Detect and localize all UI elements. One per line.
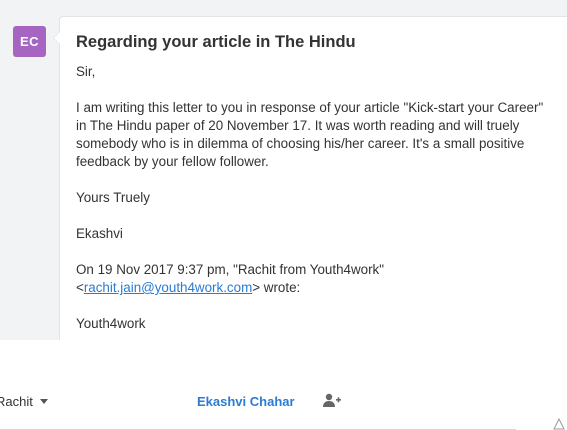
from-label: Rachit (0, 394, 33, 409)
quote-close: > wrote: (252, 280, 301, 295)
body-signature: Ekashvi (76, 226, 123, 241)
recipient-name[interactable]: Ekashvi Chahar (197, 394, 295, 409)
body-salutation: Sir, (76, 64, 96, 79)
quote-header: On 19 Nov 2017 9:37 pm, "Rachit from You… (76, 261, 556, 297)
quote-email-link[interactable]: rachit.jain@youth4work.com (84, 280, 252, 295)
quote-intro: On 19 Nov 2017 9:37 pm, "Rachit from You… (76, 262, 384, 277)
message-card: Regarding your article in The Hindu Sir,… (53, 16, 567, 340)
sender-avatar[interactable]: EC (13, 26, 46, 57)
quote-open: < (76, 280, 84, 295)
quoted-text: Youth4work (76, 316, 146, 331)
compose-header: Rachit Ekashvi Chahar (0, 378, 567, 430)
message-body: Sir, I am writing this letter to you in … (76, 63, 556, 351)
from-dropdown[interactable]: Rachit (0, 394, 48, 409)
body-closing: Yours Truely (76, 190, 150, 205)
chevron-down-icon (39, 399, 48, 404)
body-paragraph: I am writing this letter to you in respo… (76, 100, 544, 169)
avatar-initials: EC (19, 34, 40, 49)
message-thread: EC Regarding your article in The Hindu S… (0, 0, 567, 340)
add-person-icon[interactable] (322, 392, 342, 410)
resize-triangle-icon[interactable] (553, 418, 565, 430)
message-subject: Regarding your article in The Hindu (76, 33, 356, 51)
